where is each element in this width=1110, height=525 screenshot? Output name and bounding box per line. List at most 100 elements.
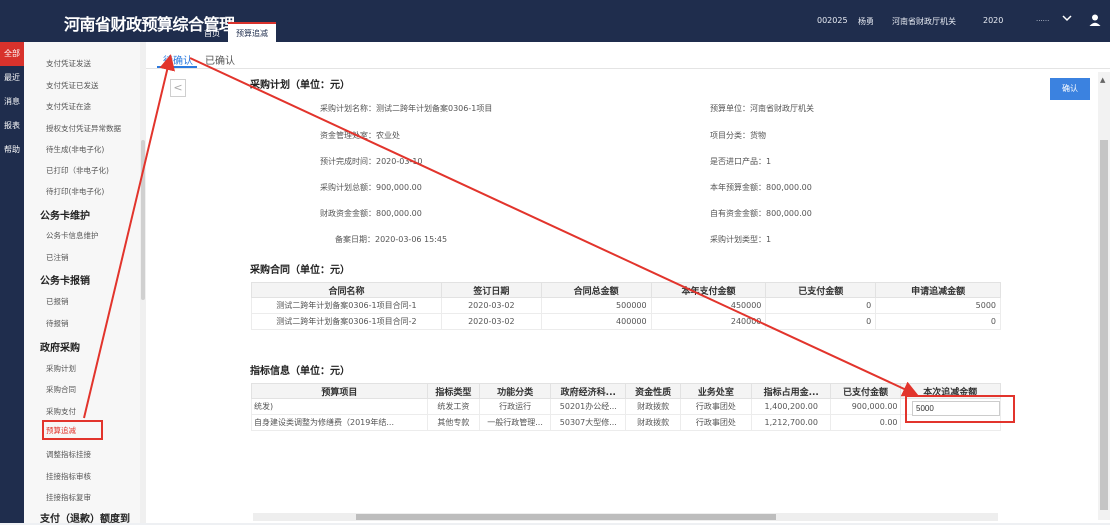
col-header: 指标占用金... <box>750 383 832 399</box>
table-cell: 1,212,700.00 <box>750 414 832 431</box>
plan-field: 备案日期：2020-03-06 15:45 <box>335 234 447 245</box>
sidebar-item-card-info[interactable]: 公务卡信息维护 <box>46 230 99 241</box>
table-row[interactable]: 统发) 统发工资 行政运行 50201办公经... 财政拨款 行政事团处 1,4… <box>251 398 1002 415</box>
table-row[interactable]: 测试二跨年计划备案0306-1项目合同-1 2020-03-02 500000 … <box>251 297 1001 314</box>
plan-field-label: 财政资金金额： <box>320 209 376 218</box>
table-cell: 50307大型修... <box>550 414 627 431</box>
content-scroll-thumb[interactable] <box>1100 140 1108 510</box>
plan-field: 是否进口产品：1 <box>710 156 771 167</box>
table-cell: 行政事团处 <box>679 398 752 415</box>
table-cell: 测试二跨年计划备案0306-1项目合同-1 <box>251 297 442 314</box>
table-cell: 900,000.00 <box>830 398 901 415</box>
col-header: 预算项目 <box>251 383 428 399</box>
plan-field: 采购计划名称：测试二跨年计划备案0306-1项目 <box>320 103 492 114</box>
plan-field: 项目分类：货物 <box>710 130 766 141</box>
chevron-down-icon <box>1062 13 1072 26</box>
col-header: 业务处室 <box>679 383 752 399</box>
indicator-section-title: 指标信息（单位：元） <box>250 366 350 377</box>
table-cell: 0 <box>765 297 877 314</box>
tab-home[interactable]: 首页 <box>196 22 228 42</box>
sidebar-item-budget-deduction[interactable]: 预算追减 <box>42 420 103 440</box>
confirm-button[interactable]: 确认 <box>1050 78 1090 100</box>
year-dropdown[interactable]: ...... <box>1036 12 1072 30</box>
user-code: 002025 <box>817 16 848 25</box>
col-header: 申请追减金额 <box>875 282 1001 298</box>
plan-field-value: 货物 <box>750 131 766 140</box>
sidebar-heading-card-reimburse[interactable]: 公务卡报销 <box>40 272 90 287</box>
table-cell: 一般行政管理... <box>479 414 552 431</box>
sidebar-item-procurement-plan[interactable]: 采购计划 <box>46 363 76 374</box>
collapse-button[interactable]: < <box>170 79 186 97</box>
plan-field-label: 自有资金金额： <box>710 209 766 218</box>
plan-section-title: 采购计划（单位：元） <box>250 80 350 91</box>
table-header-row: 合同名称 签订日期 合同总金额 本年支付金额 已支付金额 申请追减金额 <box>251 282 1001 298</box>
scroll-up-icon[interactable]: ▲ <box>1100 76 1105 84</box>
table-header-row: 预算项目 指标类型 功能分类 政府经济科... 资金性质 业务处室 指标占用金.… <box>251 383 1002 399</box>
user-icon[interactable] <box>1088 13 1102 27</box>
table-cell: 其他专款 <box>426 414 481 431</box>
table-cell: 0 <box>765 313 877 330</box>
plan-field: 资金管理处室：农业处 <box>320 130 400 141</box>
plan-field-label: 预计完成时间： <box>320 157 376 166</box>
table-cell: 240000 <box>650 313 767 330</box>
table-row[interactable]: 自身建设类调整为修缮费（2019年结... 其他专款 一般行政管理... 503… <box>251 414 1002 431</box>
table-cell: 500000 <box>540 297 652 314</box>
sidebar-item-payment-transit[interactable]: 支付凭证在途 <box>46 101 91 112</box>
sidebar-item-to-generate[interactable]: 待生成(非电子化) <box>46 144 104 155</box>
tab-budget-deduction[interactable]: 预算追减 <box>228 22 276 42</box>
sidebar-item-payment-sent[interactable]: 支付凭证已发送 <box>46 80 99 91</box>
col-header: 合同名称 <box>251 282 442 298</box>
col-header: 签订日期 <box>440 282 542 298</box>
sidebar-item-to-print[interactable]: 待打印(非电子化) <box>46 186 104 197</box>
plan-field: 预计完成时间：2020-03-10 <box>320 156 423 167</box>
plan-field-value: 河南省财政厅机关 <box>750 104 814 113</box>
sidebar-item-procurement-payment[interactable]: 采购支付 <box>46 406 76 417</box>
sidebar-item-reimbursed[interactable]: 已报销 <box>46 296 69 307</box>
col-header: 已支付金额 <box>830 383 901 399</box>
sidebar-item-adjust-link[interactable]: 调整指标挂接 <box>46 449 91 460</box>
nav-recent[interactable]: 最近 <box>0 66 24 90</box>
nav-reports[interactable]: 报表 <box>0 114 24 138</box>
deduction-input-highlight <box>905 395 1015 423</box>
year-label: 2020 <box>983 16 1004 25</box>
nav-help[interactable]: 帮助 <box>0 138 24 162</box>
table-cell: 2020-03-02 <box>440 297 542 314</box>
sidebar-item-cancelled[interactable]: 已注销 <box>46 252 69 263</box>
plan-field-label: 预算单位： <box>710 104 750 113</box>
plan-field-label: 项目分类： <box>710 131 750 140</box>
plan-field: 财政资金金额：800,000.00 <box>320 208 422 219</box>
sidebar-scroll-thumb[interactable] <box>141 140 145 300</box>
nav-messages[interactable]: 消息 <box>0 90 24 114</box>
subtab-divider <box>146 68 1110 69</box>
table-cell: 0 <box>875 313 1001 330</box>
sidebar-heading-gov-procurement[interactable]: 政府采购 <box>40 339 80 354</box>
sidebar-item-to-reimburse[interactable]: 待报销 <box>46 318 69 329</box>
plan-field-value: 900,000.00 <box>376 183 422 192</box>
table-hscroll-thumb[interactable] <box>356 514 776 520</box>
org-name: 河南省财政厅机关 <box>892 17 956 26</box>
sidebar-item-procurement-contract[interactable]: 采购合同 <box>46 384 76 395</box>
table-cell: 50201办公经... <box>550 398 627 415</box>
sidebar-item-printed[interactable]: 已打印（非电子化) <box>46 165 109 176</box>
plan-field: 采购计划类型：1 <box>710 234 771 245</box>
plan-field-label: 采购计划总额： <box>320 183 376 192</box>
plan-field-value: 测试二跨年计划备案0306-1项目 <box>376 104 493 113</box>
sidebar-item-link-review[interactable]: 挂接指标审核 <box>46 471 91 482</box>
sidebar-heading-card-maintain[interactable]: 公务卡维护 <box>40 207 90 222</box>
plan-field-label: 资金管理处室： <box>320 131 376 140</box>
table-row[interactable]: 测试二跨年计划备案0306-1项目合同-2 2020-03-02 400000 … <box>251 313 1001 330</box>
tab-confirmed[interactable]: 已确认 <box>205 52 235 67</box>
sidebar-item-link-recheck[interactable]: 挂接指标复审 <box>46 492 91 503</box>
table-cell: 统发工资 <box>426 398 481 415</box>
contract-table: 合同名称 签订日期 合同总金额 本年支付金额 已支付金额 申请追减金额 测试二跨… <box>251 282 1001 330</box>
plan-field: 采购计划总额：900,000.00 <box>320 182 422 193</box>
sidebar-item-auth-exception[interactable]: 授权支付凭证异常数据 <box>46 123 121 134</box>
col-header: 本年支付金额 <box>650 282 767 298</box>
nav-all[interactable]: 全部 <box>0 42 24 66</box>
plan-field-value: 农业处 <box>376 131 400 140</box>
plan-field-value: 2020-03-10 <box>376 157 423 166</box>
sidebar-item-payment-send[interactable]: 支付凭证发送 <box>46 58 91 69</box>
col-header: 指标类型 <box>426 383 481 399</box>
tab-pending[interactable]: 待确认 <box>163 52 193 67</box>
table-cell: 测试二跨年计划备案0306-1项目合同-2 <box>251 313 442 330</box>
